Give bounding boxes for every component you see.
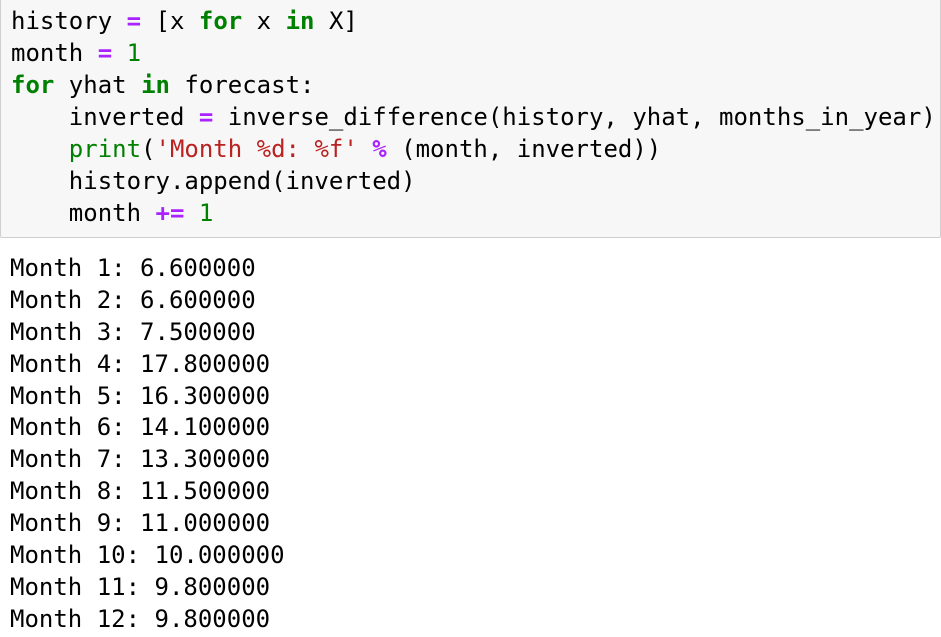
code-token: month xyxy=(11,39,84,67)
output-line: Month 8: 11.500000 xyxy=(10,477,271,505)
code-line-7: month += 1 xyxy=(11,197,214,229)
notebook: history = [x for x in X] month = 1 for y… xyxy=(0,0,941,637)
output-line: Month 1: 6.600000 xyxy=(10,254,256,282)
code-token: x xyxy=(242,7,286,35)
output-line: Month 7: 13.300000 xyxy=(10,445,271,473)
code-token: inverse_difference(history, yhat, months… xyxy=(227,103,936,131)
code-token: += xyxy=(155,199,185,227)
code-token: 'Month %d: %f' xyxy=(155,135,358,163)
code-line-2: month = 1 xyxy=(11,37,141,69)
code-token: forecast: xyxy=(169,71,315,99)
output-line: Month 9: 11.000000 xyxy=(10,509,271,537)
code-token: [x xyxy=(155,7,199,35)
code-line-4: inverted = inverse_difference(history, y… xyxy=(11,101,936,133)
code-token: % xyxy=(372,135,387,163)
code-token: history xyxy=(11,7,113,35)
output-line: Month 2: 6.600000 xyxy=(10,286,256,314)
code-token: history.append(inverted) xyxy=(68,167,416,195)
code-token: yhat xyxy=(54,71,142,99)
code-token: 1 xyxy=(126,39,142,67)
output-line: Month 3: 7.500000 xyxy=(10,318,256,346)
code-line-1: history = [x for x in X] xyxy=(11,5,358,37)
code-token: (month, inverted)) xyxy=(401,135,662,163)
code-token: for xyxy=(11,71,55,99)
code-input-cell[interactable]: history = [x for x in X] month = 1 for y… xyxy=(0,0,941,238)
code-token: = xyxy=(126,7,142,35)
code-token: in xyxy=(141,71,170,99)
output-line: Month 10: 10.000000 xyxy=(10,541,285,569)
code-token: for xyxy=(198,7,243,35)
code-line-6: history.append(inverted) xyxy=(11,165,416,197)
code-token: inverted xyxy=(68,103,185,131)
code-token: = xyxy=(198,103,214,131)
code-line-3: for yhat in forecast: xyxy=(11,69,314,101)
output-line: Month 12: 9.800000 xyxy=(10,605,271,633)
code-token: print xyxy=(68,135,142,163)
code-token: ( xyxy=(141,135,156,163)
code-token: = xyxy=(97,39,113,67)
code-token: 1 xyxy=(198,199,214,227)
code-line-5: print('Month %d: %f' % (month, inverted)… xyxy=(11,133,661,165)
output-line: Month 11: 9.800000 xyxy=(10,573,271,601)
output-line: Month 5: 16.300000 xyxy=(10,382,271,410)
output-line: Month 4: 17.800000 xyxy=(10,350,271,378)
code-token: month xyxy=(68,199,142,227)
code-token: in xyxy=(285,7,315,35)
code-token: X] xyxy=(314,7,358,35)
output-line: Month 6: 14.100000 xyxy=(10,413,271,441)
